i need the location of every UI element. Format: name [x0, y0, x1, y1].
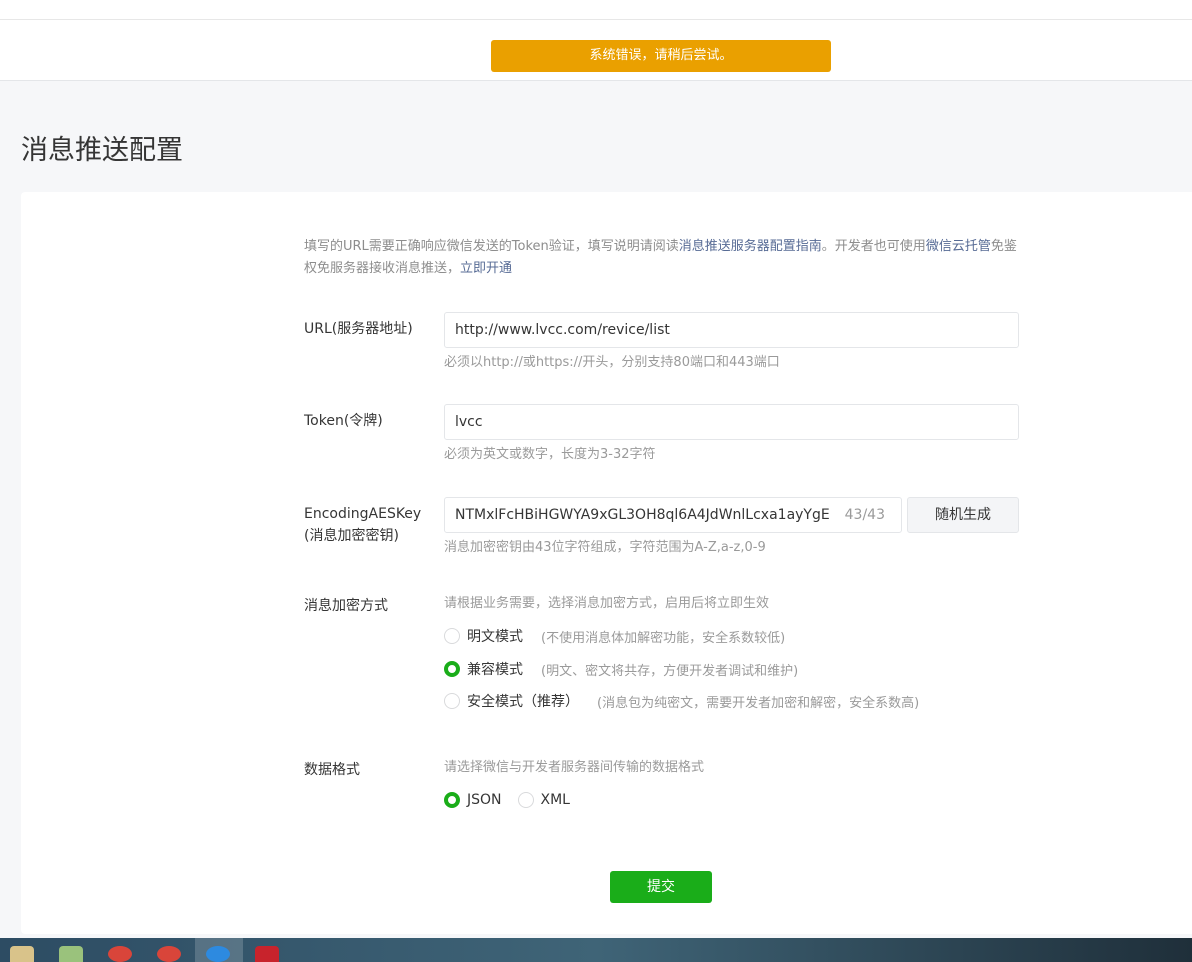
option-label: 明文模式: [467, 629, 523, 645]
option-label: 兼容模式: [467, 662, 523, 678]
aes-label-line1: EncodingAESKey: [304, 506, 422, 522]
aes-key-input[interactable]: NTMxlFcHBiHGWYA9xGL3OH8ql6A4JdWnlLcxa1ay…: [444, 497, 902, 533]
notice-text-1: 填写的URL需要正确响应微信发送的Token验证，填写说明请阅读: [304, 239, 679, 254]
divider: [0, 19, 1192, 20]
encryption-option-plain[interactable]: 明文模式 (不使用消息体加解密功能，安全系数较低): [444, 625, 785, 647]
url-hint: 必须以http://或https://开头，分别支持80端口和443端口: [444, 355, 780, 370]
url-input[interactable]: http://www.lvcc.com/revice/list: [444, 312, 1019, 348]
os-taskbar: [0, 938, 1192, 962]
submit-button[interactable]: 提交: [610, 871, 712, 903]
aes-key-value: NTMxlFcHBiHGWYA9xGL3OH8ql6A4JdWnlLcxa1ay…: [455, 507, 830, 523]
chrome-icon[interactable]: [108, 946, 132, 962]
encryption-label: 消息加密方式: [304, 598, 388, 614]
error-toast: 系统错误，请稍后尝试。: [491, 40, 831, 72]
top-bar: 系统错误，请稍后尝试。: [0, 0, 1192, 81]
option-label: XML: [540, 792, 570, 808]
aes-label-line2: (消息加密密钥): [304, 528, 399, 544]
option-label: 安全模式（推荐）: [467, 694, 579, 710]
page-title: 消息推送配置: [21, 135, 183, 166]
format-option-xml[interactable]: XML: [517, 792, 570, 808]
format-label: 数据格式: [304, 762, 360, 778]
option-desc: (消息包为纯密文，需要开发者加密和解密，安全系数高): [597, 695, 920, 711]
radio-button-checked[interactable]: [444, 661, 460, 677]
token-hint: 必须为英文或数字，长度为3-32字符: [444, 447, 656, 462]
notice-text-2: 。开发者也可使用: [821, 239, 926, 254]
notice-text: 填写的URL需要正确响应微信发送的Token验证，填写说明请阅读消息推送服务器配…: [304, 236, 1024, 280]
browser-icon[interactable]: [206, 946, 230, 962]
config-card: [21, 192, 1192, 934]
aes-label: EncodingAESKey (消息加密密钥): [304, 503, 421, 547]
server-config-guide-link[interactable]: 消息推送服务器配置指南: [679, 239, 822, 254]
format-options: JSON XML: [444, 789, 586, 811]
option-label: JSON: [467, 792, 502, 808]
aes-hint: 消息加密密钥由43位字符组成，字符范围为A-Z,a-z,0-9: [444, 540, 766, 555]
app-icon[interactable]: [59, 946, 83, 962]
option-desc: (明文、密文将共存，方便开发者调试和维护): [541, 663, 799, 679]
format-option-json[interactable]: JSON: [444, 792, 502, 808]
encryption-hint: 请根据业务需要，选择消息加密方式，启用后将立即生效: [444, 596, 770, 611]
format-hint: 请选择微信与开发者服务器间传输的数据格式: [444, 760, 705, 775]
aes-key-count: 43/43: [844, 507, 885, 523]
encryption-option-compatible[interactable]: 兼容模式 (明文、密文将共存，方便开发者调试和维护): [444, 658, 798, 680]
radio-button[interactable]: [444, 628, 460, 644]
token-input[interactable]: lvcc: [444, 404, 1019, 440]
radio-button[interactable]: [444, 693, 460, 709]
radio-button-checked[interactable]: [444, 792, 460, 808]
option-desc: (不使用消息体加解密功能，安全系数较低): [541, 630, 786, 646]
url-label: URL(服务器地址): [304, 321, 413, 337]
wechat-cloud-link[interactable]: 微信云托管: [926, 239, 991, 254]
app-icon[interactable]: [255, 946, 279, 962]
chrome-icon[interactable]: [157, 946, 181, 962]
generate-key-button[interactable]: 随机生成: [907, 497, 1019, 533]
token-label: Token(令牌): [304, 413, 383, 429]
encryption-option-secure[interactable]: 安全模式（推荐） (消息包为纯密文，需要开发者加密和解密，安全系数高): [444, 690, 919, 712]
activate-now-link[interactable]: 立即开通: [460, 261, 512, 276]
notepad-icon[interactable]: [10, 946, 34, 962]
radio-button[interactable]: [517, 792, 534, 808]
